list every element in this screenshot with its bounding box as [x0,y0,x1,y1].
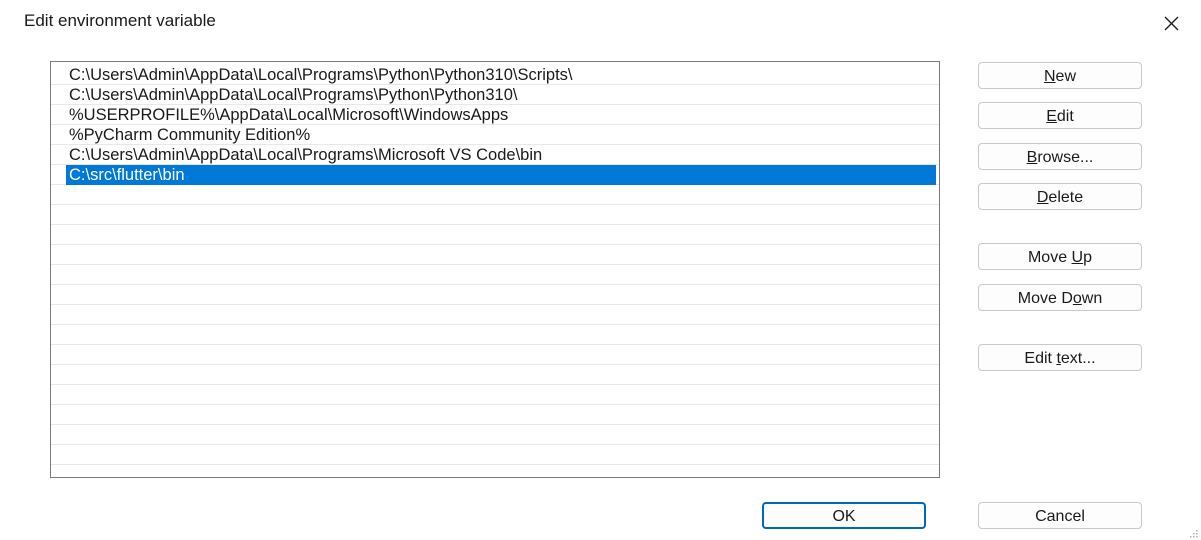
browse-button-accesskey: B [1026,149,1038,166]
delete-button-accesskey: D [1036,189,1049,206]
list-item-text: %PyCharm Community Edition% [69,126,311,144]
path-list[interactable]: C:\Users\Admin\AppData\Local\Programs\Py… [50,61,940,478]
empty-list-row[interactable] [51,425,939,445]
new-button[interactable]: New [978,62,1142,89]
move-down-button-label-post: wn [1081,290,1103,307]
edit-environment-variable-dialog: Edit environment variable C:\Users\Admin… [0,0,1201,540]
empty-list-row[interactable] [51,225,939,245]
edit-button[interactable]: Edit [978,102,1142,129]
list-item[interactable]: C:\Users\Admin\AppData\Local\Programs\Py… [51,85,939,105]
empty-list-row[interactable] [51,365,939,385]
list-item[interactable]: C:\Users\Admin\AppData\Local\Programs\Mi… [51,145,939,165]
empty-list-row[interactable] [51,345,939,365]
move-up-button-accesskey: U [1071,249,1084,266]
close-icon [1164,16,1179,31]
list-item-text: C:\Users\Admin\AppData\Local\Programs\Mi… [69,146,543,164]
list-item-selected[interactable]: C:\src\flutter\bin [51,165,939,185]
list-item-text: C:\Users\Admin\AppData\Local\Programs\Py… [69,66,573,84]
list-item-text: C:\Users\Admin\AppData\Local\Programs\Py… [69,86,518,104]
window-title: Edit environment variable [24,11,216,30]
delete-button-label-post: elete [1048,189,1084,206]
edit-button-label-post: dit [1056,108,1074,125]
empty-list-row[interactable] [51,265,939,285]
cancel-button[interactable]: Cancel [978,502,1142,529]
close-button[interactable] [1151,4,1193,40]
new-button-accesskey: N [1043,68,1056,85]
empty-list-row[interactable] [51,285,939,305]
list-item[interactable]: %USERPROFILE%\AppData\Local\Microsoft\Wi… [51,105,939,125]
move-down-button[interactable]: Move Down [978,284,1142,311]
move-up-button-label-pre: Move [1027,249,1072,266]
edit-text-button-label-pre: Edit [1024,350,1057,367]
empty-list-row[interactable] [51,305,939,325]
list-item-text: %USERPROFILE%\AppData\Local\Microsoft\Wi… [69,106,509,124]
empty-list-row[interactable] [51,445,939,465]
empty-list-row[interactable] [51,405,939,425]
empty-list-row[interactable] [51,245,939,265]
list-item-text: C:\src\flutter\bin [66,165,936,185]
new-button-label-post: ew [1055,68,1076,85]
list-item[interactable]: %PyCharm Community Edition% [51,125,939,145]
edit-text-button[interactable]: Edit text... [978,344,1142,371]
move-up-button[interactable]: Move Up [978,243,1142,270]
move-up-button-label-post: p [1083,249,1093,266]
empty-list-row[interactable] [51,385,939,405]
list-item[interactable]: C:\Users\Admin\AppData\Local\Programs\Py… [51,65,939,85]
move-down-button-accesskey: o [1072,290,1082,307]
ok-button[interactable]: OK [762,502,926,529]
move-down-button-label-pre: Move D [1017,290,1073,307]
edit-button-accesskey: E [1046,108,1057,125]
delete-button[interactable]: Delete [978,183,1142,210]
browse-button-label-post: rowse... [1037,149,1094,166]
empty-list-row[interactable] [51,205,939,225]
resize-grip-icon[interactable] [1190,530,1198,538]
edit-text-button-label-post: ext... [1060,350,1096,367]
empty-list-row[interactable] [51,325,939,345]
browse-button[interactable]: Browse... [978,143,1142,170]
empty-list-row[interactable] [51,185,939,205]
